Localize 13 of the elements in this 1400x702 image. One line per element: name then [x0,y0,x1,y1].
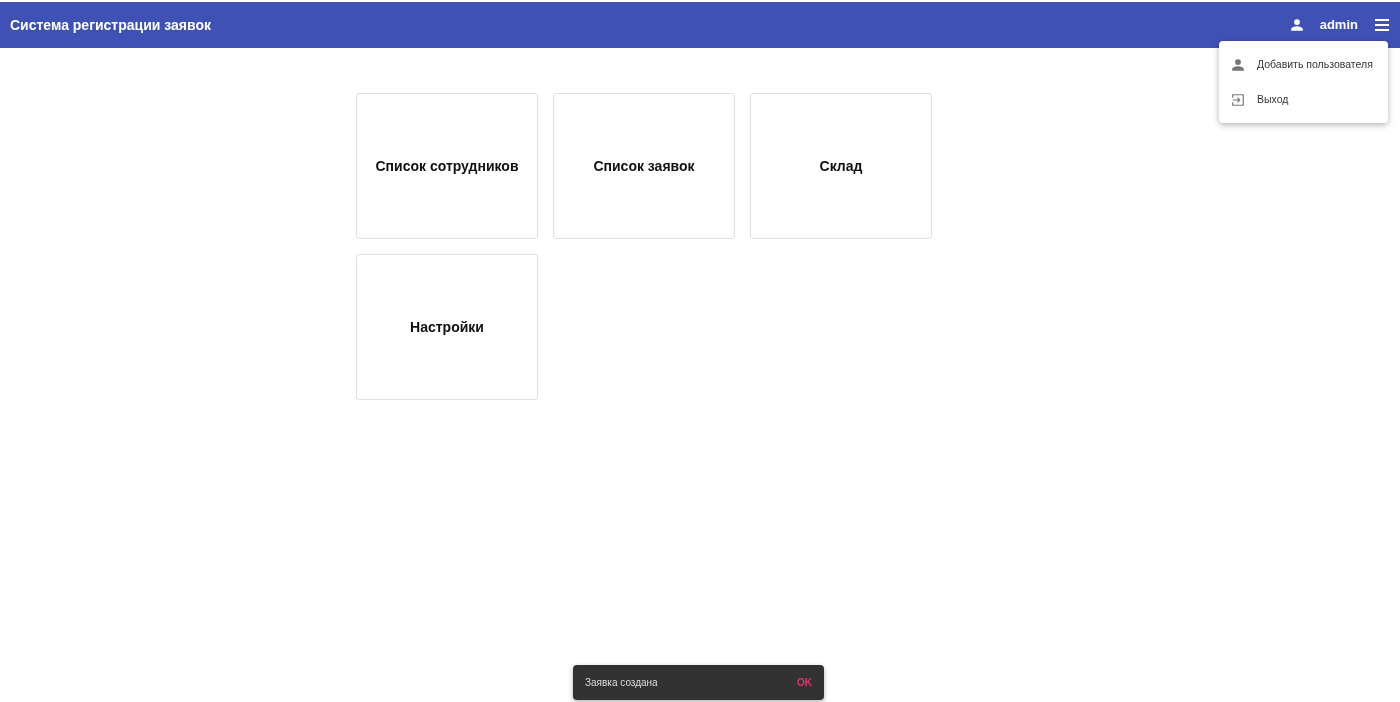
app-title: Система регистрации заявок [10,15,211,35]
menu-icon[interactable] [1374,19,1390,31]
menu-tile[interactable]: Список сотрудников [356,93,538,239]
menu-tile[interactable]: Склад [750,93,932,239]
menu-item[interactable]: Выход [1219,82,1388,117]
user-name: admin [1319,16,1358,35]
menu-tile[interactable]: Настройки [356,254,538,400]
menu-item[interactable]: Добавить пользователя [1219,47,1388,82]
user-icon [1289,18,1304,32]
user-icon [1231,57,1245,72]
snackbar-message: Заявка создана [585,676,658,690]
menu-tile[interactable]: Список заявок [553,93,735,239]
logout-icon [1231,92,1245,107]
